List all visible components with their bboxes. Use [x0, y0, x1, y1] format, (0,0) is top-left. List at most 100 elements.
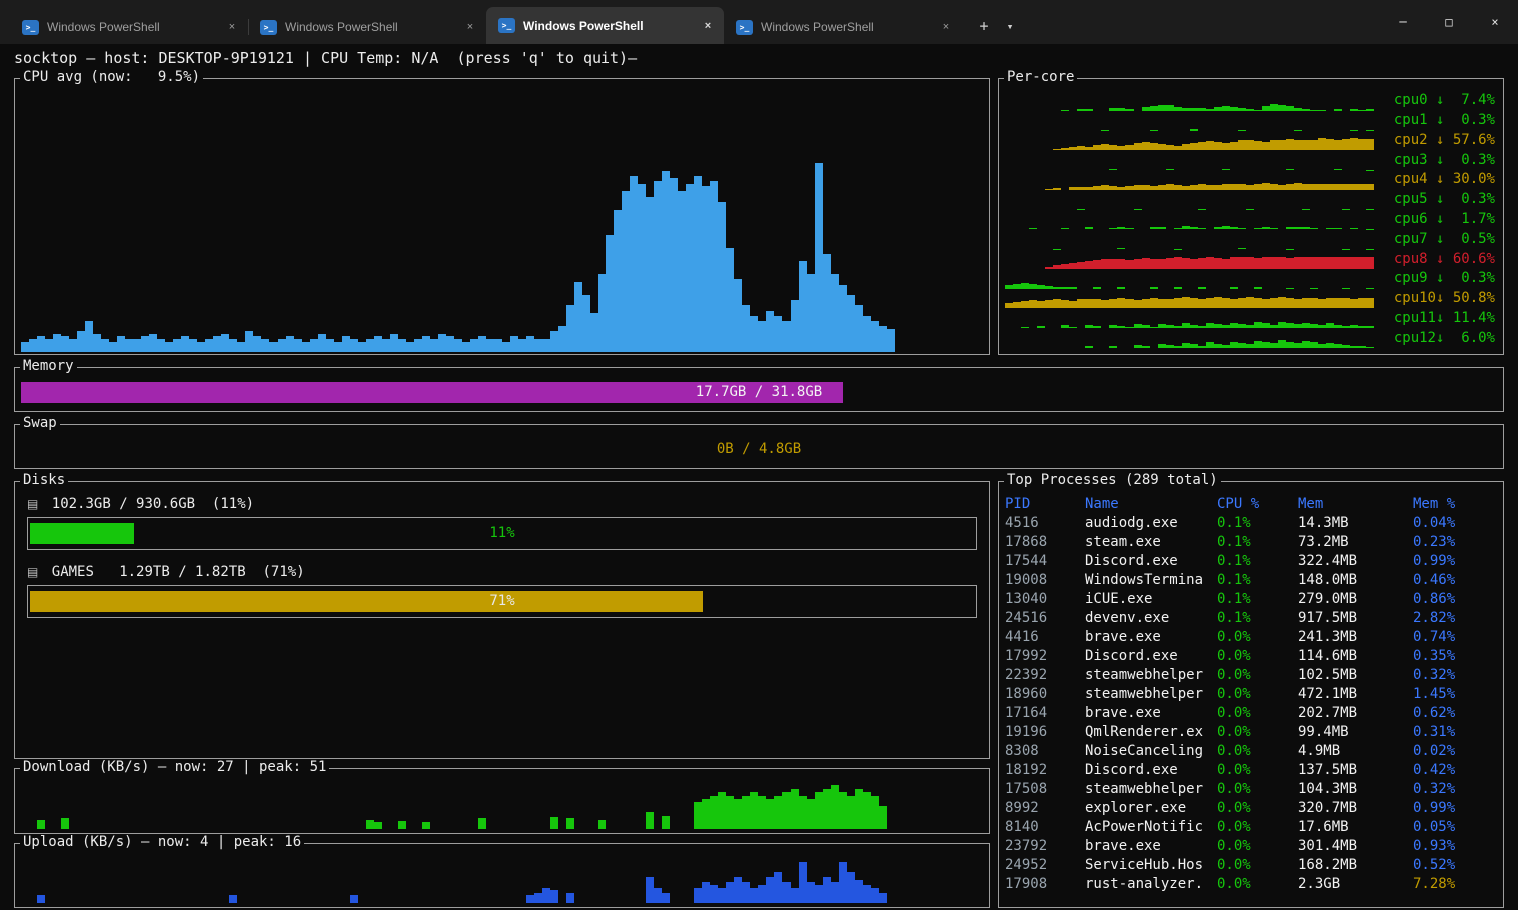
disk-icon: ▤ [27, 565, 38, 579]
tab-dropdown-icon[interactable]: ▾ [998, 12, 1022, 40]
tab-close-icon[interactable]: × [698, 16, 718, 36]
chart-bar [438, 334, 446, 352]
process-row[interactable]: 18960steamwebhelper0.0%472.1MB1.45% [1005, 685, 1497, 704]
chart-bar [670, 178, 678, 352]
maximize-button[interactable]: □ [1426, 0, 1472, 44]
core-history-chart [1005, 190, 1375, 210]
process-row[interactable]: 4416brave.exe0.0%241.3MB0.74% [1005, 628, 1497, 647]
chart-bar [157, 339, 165, 352]
process-row[interactable]: 22392steamwebhelper0.0%102.5MB0.32% [1005, 666, 1497, 685]
chart-bar [1190, 143, 1198, 151]
chart-bar [510, 336, 518, 352]
chart-bar [1093, 260, 1101, 269]
process-cell-mem: 14.3MB [1298, 514, 1413, 533]
core-row: cpu10↓ 50.8% [1005, 289, 1495, 309]
chart-bar [1294, 257, 1302, 269]
chart-bar [694, 802, 702, 828]
chart-bar [598, 820, 606, 828]
process-cell-name: explorer.exe [1085, 799, 1217, 818]
chart-bar [1254, 141, 1262, 150]
process-row[interactable]: 17508steamwebhelper0.0%104.3MB0.32% [1005, 780, 1497, 799]
chart-bar [791, 789, 799, 829]
chart-bar [1334, 140, 1342, 151]
process-row[interactable]: 24516devenv.exe0.1%917.5MB2.82% [1005, 609, 1497, 628]
tab-1[interactable]: >_ Windows PowerShell × [10, 10, 248, 44]
tab-3-active[interactable]: >_ Windows PowerShell × [486, 7, 724, 44]
process-row[interactable]: 18192Discord.exe0.0%137.5MB0.42% [1005, 761, 1497, 780]
chart-bar [839, 285, 847, 352]
chart-bar [758, 321, 766, 352]
close-button[interactable]: × [1472, 0, 1518, 44]
process-cell-pid: 24516 [1005, 609, 1085, 628]
chart-bar [1166, 299, 1174, 308]
process-row[interactable]: 8308NoiseCanceling0.0%4.9MB0.02% [1005, 742, 1497, 761]
chart-bar [726, 882, 734, 903]
process-cell-mem: 917.5MB [1298, 609, 1413, 628]
core-row: cpu5 ↓ 0.3% [1005, 190, 1495, 210]
download-title: Download (KB/s) — now: 27 | peak: 51 [20, 759, 329, 775]
chart-bar [791, 888, 799, 904]
process-cell-name: NoiseCanceling [1085, 742, 1217, 761]
minimize-button[interactable]: ─ [1380, 0, 1426, 44]
process-row[interactable]: 19008WindowsTermina0.1%148.0MB0.46% [1005, 571, 1497, 590]
chart-bar [310, 339, 318, 352]
chart-bar [758, 796, 766, 829]
process-row[interactable]: 8992explorer.exe0.0%320.7MB0.99% [1005, 799, 1497, 818]
tab-2[interactable]: >_ Windows PowerShell × [248, 10, 486, 44]
chart-bar [823, 254, 831, 352]
disks-title: Disks [20, 472, 68, 488]
chart-bar [750, 316, 758, 352]
memory-panel: Memory 17.7GB / 31.8GB [14, 367, 1504, 412]
chart-bar [366, 820, 374, 828]
tab-4[interactable]: >_ Windows PowerShell × [724, 10, 962, 44]
tab-close-icon[interactable]: × [222, 17, 242, 37]
process-row[interactable]: 8140AcPowerNotific0.0%17.6MB0.05% [1005, 818, 1497, 837]
process-row[interactable]: 17992Discord.exe0.0%114.6MB0.35% [1005, 647, 1497, 666]
chart-bar [1350, 346, 1358, 348]
chart-bar [350, 339, 358, 352]
chart-bar [1310, 298, 1318, 308]
core-label: cpu0 ↓ 7.4% [1383, 91, 1495, 110]
core-label: cpu7 ↓ 0.5% [1383, 230, 1495, 249]
column-header-pid: PID [1005, 495, 1085, 514]
process-row[interactable]: 17164brave.exe0.0%202.7MB0.62% [1005, 704, 1497, 723]
process-row[interactable]: 24952ServiceHub.Hos0.0%168.2MB0.52% [1005, 856, 1497, 875]
tab-close-icon[interactable]: × [936, 17, 956, 37]
process-row[interactable]: 13040iCUE.exe0.1%279.0MB0.86% [1005, 590, 1497, 609]
terminal-content[interactable]: socktop — host: DESKTOP-9P19121 | CPU Te… [0, 44, 1518, 910]
process-row[interactable]: 23792brave.exe0.0%301.4MB0.93% [1005, 837, 1497, 856]
chart-bar [863, 885, 871, 903]
process-cell-mem: 104.3MB [1298, 780, 1413, 799]
chart-bar [694, 888, 702, 904]
process-cell-name: steam.exe [1085, 533, 1217, 552]
chart-bar [831, 785, 839, 828]
chart-bar [871, 321, 879, 352]
process-row[interactable]: 17868steam.exe0.1%73.2MB0.23% [1005, 533, 1497, 552]
chart-bar [1254, 341, 1262, 348]
new-tab-button[interactable]: + [970, 12, 998, 40]
process-row[interactable]: 4516audiodg.exe0.1%14.3MB0.04% [1005, 514, 1497, 533]
process-row[interactable]: 19196QmlRenderer.ex0.0%99.4MB0.31% [1005, 723, 1497, 742]
chart-bar [646, 877, 654, 903]
chart-bar [654, 181, 662, 352]
chart-bar [1158, 299, 1166, 309]
chart-bar [326, 339, 334, 352]
chart-bar [815, 792, 823, 828]
process-cell-mem: 17.6MB [1298, 818, 1413, 837]
chart-bar [1134, 143, 1142, 150]
chart-bar [702, 186, 710, 352]
chart-bar [734, 877, 742, 903]
chart-bar [1230, 142, 1238, 151]
process-cell-pid: 17908 [1005, 875, 1085, 894]
process-cell-name: steamwebhelper [1085, 780, 1217, 799]
chart-bar [1270, 140, 1278, 150]
chart-bar [1286, 139, 1294, 150]
process-row[interactable]: 17908rust-analyzer.0.0%2.3GB7.28% [1005, 875, 1497, 894]
process-cell-memp: 0.05% [1413, 818, 1497, 837]
chart-bar [550, 890, 558, 903]
tab-close-icon[interactable]: × [460, 17, 480, 37]
chart-bar [1302, 257, 1310, 269]
process-row[interactable]: 17544Discord.exe0.1%322.4MB0.99% [1005, 552, 1497, 571]
process-cell-memp: 0.62% [1413, 704, 1497, 723]
core-row: cpu9 ↓ 0.3% [1005, 269, 1495, 289]
